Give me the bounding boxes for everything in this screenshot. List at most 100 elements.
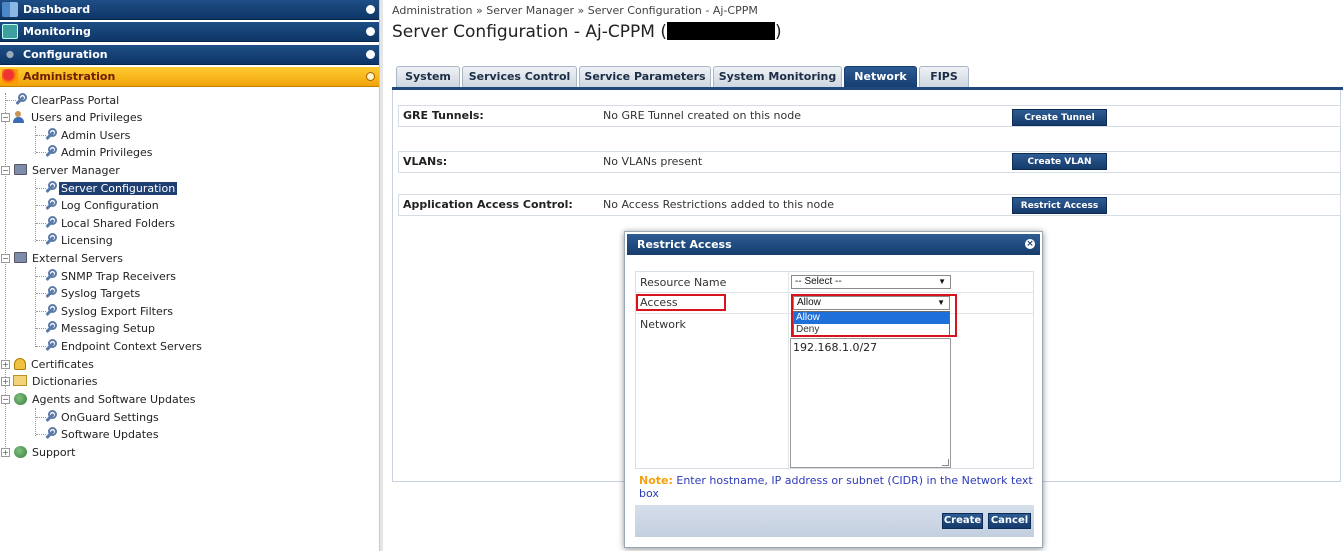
tree-server-configuration[interactable]: Server Configuration xyxy=(36,180,178,197)
expand-icon[interactable]: + xyxy=(1,360,10,369)
dialog-footer: Create Cancel xyxy=(635,505,1034,537)
wrench-icon xyxy=(44,304,57,317)
nav-monitoring[interactable]: Monitoring xyxy=(0,22,379,42)
close-icon[interactable]: × xyxy=(1025,239,1035,249)
wrench-icon xyxy=(44,269,57,282)
breadcrumb: Administration » Server Manager » Server… xyxy=(392,4,758,17)
tab-network[interactable]: Network xyxy=(844,66,917,87)
nav-monitoring-label: Monitoring xyxy=(23,25,91,38)
resource-name-select[interactable]: -- Select -- ▼ xyxy=(791,275,951,289)
certificate-icon xyxy=(14,358,26,370)
tree-clearpass-portal[interactable]: ClearPass Portal xyxy=(6,92,121,109)
expand-icon[interactable] xyxy=(366,5,375,14)
access-select-highlight xyxy=(791,294,957,337)
collapse-icon[interactable]: − xyxy=(1,395,10,404)
tree-external-servers[interactable]: − External Servers xyxy=(0,250,125,267)
tree-onguard-settings[interactable]: OnGuard Settings xyxy=(36,409,161,426)
tab-system[interactable]: System xyxy=(396,66,460,87)
nav-administration-label: Administration xyxy=(23,70,116,83)
dictionary-icon xyxy=(13,375,27,386)
vlans-row: VLANs: No VLANs present Create VLAN xyxy=(398,151,1341,173)
collapse-icon[interactable]: − xyxy=(1,166,10,175)
collapse-icon[interactable]: − xyxy=(1,254,10,263)
dashboard-icon xyxy=(2,2,18,17)
tree-licensing[interactable]: Licensing xyxy=(36,232,115,249)
resource-name-select-value: -- Select -- xyxy=(795,276,842,287)
chevron-down-icon: ▼ xyxy=(938,277,946,286)
access-label-highlight xyxy=(636,294,726,311)
tree-support[interactable]: + Support xyxy=(0,444,77,461)
network-label: Network xyxy=(640,318,686,331)
sidebar: Dashboard Monitoring Configuration Admin… xyxy=(0,0,382,551)
expand-icon[interactable]: + xyxy=(1,377,10,386)
expand-icon[interactable] xyxy=(366,27,375,36)
redacted-box xyxy=(666,22,775,40)
note-body: Enter hostname, IP address or subnet (CI… xyxy=(639,474,1033,500)
collapse-icon[interactable]: − xyxy=(1,113,10,122)
tree-snmp-trap-receivers[interactable]: SNMP Trap Receivers xyxy=(36,268,178,285)
configuration-icon xyxy=(2,47,18,62)
application-access-control-value: No Access Restrictions added to this nod… xyxy=(603,198,835,211)
wrench-icon xyxy=(44,181,57,194)
nav-dashboard[interactable]: Dashboard xyxy=(0,0,379,20)
tree-admin-users[interactable]: Admin Users xyxy=(36,127,132,144)
tab-fips[interactable]: FIPS xyxy=(919,66,969,87)
wrench-icon xyxy=(14,93,27,106)
tree-local-shared-folders[interactable]: Local Shared Folders xyxy=(36,215,177,232)
wrench-icon xyxy=(44,233,57,246)
tree-server-manager[interactable]: − Server Manager xyxy=(0,162,122,179)
network-value: 192.168.1.0/27 xyxy=(793,341,878,354)
wrench-icon xyxy=(44,145,57,158)
gre-tunnels-label: GRE Tunnels: xyxy=(403,109,484,122)
gre-tunnels-row: GRE Tunnels: No GRE Tunnel created on th… xyxy=(398,105,1341,127)
note-label: Note: xyxy=(639,474,673,487)
expand-icon[interactable] xyxy=(366,50,375,59)
restrict-access-dialog: Restrict Access × Resource Name Access N… xyxy=(624,231,1043,548)
cancel-button[interactable]: Cancel xyxy=(988,513,1031,529)
wrench-icon xyxy=(44,410,57,423)
resize-grip-icon[interactable] xyxy=(942,459,949,466)
wrench-icon xyxy=(44,128,57,141)
nav-configuration[interactable]: Configuration xyxy=(0,45,379,65)
collapse-icon[interactable] xyxy=(366,72,375,81)
server-icon xyxy=(14,252,27,263)
wrench-icon xyxy=(44,427,57,440)
nav-dashboard-label: Dashboard xyxy=(23,3,91,16)
tree-dictionaries[interactable]: + Dictionaries xyxy=(0,373,99,390)
restrict-access-button[interactable]: Restrict Access xyxy=(1012,197,1107,214)
page-title: Server Configuration - Aj-CPPM () xyxy=(392,22,782,42)
tab-system-monitoring[interactable]: System Monitoring xyxy=(713,66,842,87)
tree-messaging-setup[interactable]: Messaging Setup xyxy=(36,320,157,337)
tab-service-parameters[interactable]: Service Parameters xyxy=(579,66,711,87)
tab-services-control[interactable]: Services Control xyxy=(462,66,577,87)
dialog-header: Restrict Access × xyxy=(627,234,1040,255)
wrench-icon xyxy=(44,339,57,352)
tree-syslog-targets[interactable]: Syslog Targets xyxy=(36,285,142,302)
create-button[interactable]: Create xyxy=(942,513,983,529)
wrench-icon xyxy=(44,286,57,299)
administration-icon xyxy=(2,69,18,84)
monitoring-icon xyxy=(2,24,18,39)
wrench-icon xyxy=(44,321,57,334)
page-title-text: Server Configuration - Aj-CPPM ( xyxy=(392,22,667,42)
create-tunnel-button[interactable]: Create Tunnel xyxy=(1012,109,1107,126)
users-icon xyxy=(13,111,26,123)
expand-icon[interactable]: + xyxy=(1,448,10,457)
tree-syslog-export-filters[interactable]: Syslog Export Filters xyxy=(36,303,175,320)
note-text: Note: Enter hostname, IP address or subn… xyxy=(639,474,1035,500)
tree-admin-privileges[interactable]: Admin Privileges xyxy=(36,144,154,161)
tree-agents-and-software-updates[interactable]: − Agents and Software Updates xyxy=(0,391,198,408)
sidebar-splitter[interactable] xyxy=(379,0,383,551)
tree-endpoint-context-servers[interactable]: Endpoint Context Servers xyxy=(36,338,204,355)
tree-certificates[interactable]: + Certificates xyxy=(0,356,96,373)
create-vlan-button[interactable]: Create VLAN xyxy=(1012,153,1107,170)
nav-administration[interactable]: Administration xyxy=(0,67,379,87)
vlans-value: No VLANs present xyxy=(603,155,703,168)
vlans-label: VLANs: xyxy=(403,155,448,168)
resource-name-label: Resource Name xyxy=(640,276,727,289)
dialog-title: Restrict Access xyxy=(637,238,732,251)
tree-log-configuration[interactable]: Log Configuration xyxy=(36,197,161,214)
tree-users-and-privileges[interactable]: − Users and Privileges xyxy=(0,109,144,126)
tree-software-updates[interactable]: Software Updates xyxy=(36,426,161,443)
network-textarea[interactable]: 192.168.1.0/27 xyxy=(790,338,951,468)
